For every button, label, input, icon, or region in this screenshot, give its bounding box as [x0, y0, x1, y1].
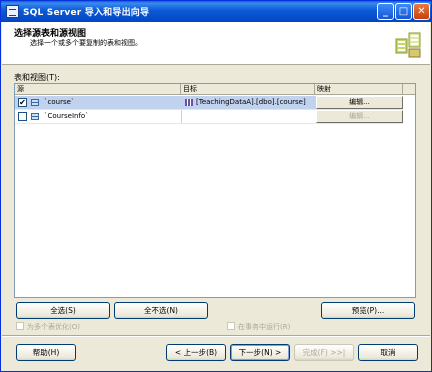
destination-cell[interactable]: [181, 110, 315, 123]
wizard-tables-icon: [395, 32, 421, 58]
app-icon: [6, 5, 19, 18]
column-destination[interactable]: 目标: [181, 84, 315, 95]
edit-mapping-button: 编辑...: [316, 110, 403, 123]
wizard-window: SQL Server 导入和导出向导 _ □ ✕ 选择源表和源视图 选择一个或多…: [0, 0, 432, 372]
checkbox-box: [16, 322, 24, 330]
optimize-multiple-label: 为多个表优化(O): [27, 323, 80, 331]
table-row[interactable]: ✔ `course` [TeachingDataA].[dbo].[course…: [15, 96, 403, 109]
edit-mapping-button[interactable]: 编辑...: [316, 96, 403, 109]
run-in-transaction-label: 在事务中运行(R): [238, 323, 291, 331]
table-row[interactable]: `CourseInfo` 编辑...: [15, 110, 403, 123]
table-icon: [31, 99, 39, 106]
table-icon: [31, 113, 39, 120]
tables-label: 表和视图(T):: [14, 73, 60, 82]
destination-name: [TeachingDataA].[dbo].[course]: [196, 98, 306, 106]
title-bar[interactable]: SQL Server 导入和导出向导 _ □ ✕: [1, 1, 431, 22]
button-separator: [2, 335, 430, 337]
run-in-transaction-checkbox[interactable]: 在事务中运行(R): [227, 322, 290, 332]
destination-cell[interactable]: [TeachingDataA].[dbo].[course]: [181, 96, 315, 109]
select-all-button[interactable]: 全选(S): [16, 302, 110, 319]
cancel-button[interactable]: 取消: [358, 344, 418, 361]
help-button[interactable]: 帮助(H): [16, 344, 76, 361]
wizard-header: 选择源表和源视图 选择一个或多个要复制的表和视图。: [2, 22, 430, 65]
select-none-button[interactable]: 全不选(N): [114, 302, 208, 319]
checkbox-box: [227, 322, 235, 330]
tables-grid[interactable]: 源 目标 映射 ✔ `course` [TeachingDataA].[dbo]…: [14, 83, 416, 298]
row-checkbox[interactable]: ✔: [18, 98, 27, 107]
grid-header: 源 目标 映射: [15, 84, 415, 95]
back-button[interactable]: < 上一步(B): [166, 344, 226, 361]
minimize-button[interactable]: _: [377, 3, 394, 20]
optimize-multiple-checkbox[interactable]: 为多个表优化(O): [16, 322, 80, 332]
destination-table-icon: [185, 99, 193, 106]
close-button[interactable]: ✕: [413, 3, 430, 20]
column-mapping[interactable]: 映射: [315, 84, 403, 95]
finish-button: 完成(F) >>|: [294, 344, 354, 361]
preview-button[interactable]: 预览(P)...: [321, 302, 415, 319]
page-subtitle: 选择一个或多个要复制的表和视图。: [30, 39, 142, 47]
next-button[interactable]: 下一步(N) >: [230, 344, 290, 361]
source-name: `CourseInfo`: [44, 112, 89, 120]
source-name: `course`: [44, 98, 75, 106]
column-source[interactable]: 源: [15, 84, 181, 95]
maximize-button[interactable]: □: [395, 3, 412, 20]
row-divider: [15, 123, 403, 124]
row-checkbox[interactable]: [18, 112, 27, 121]
window-title: SQL Server 导入和导出向导: [23, 8, 150, 18]
